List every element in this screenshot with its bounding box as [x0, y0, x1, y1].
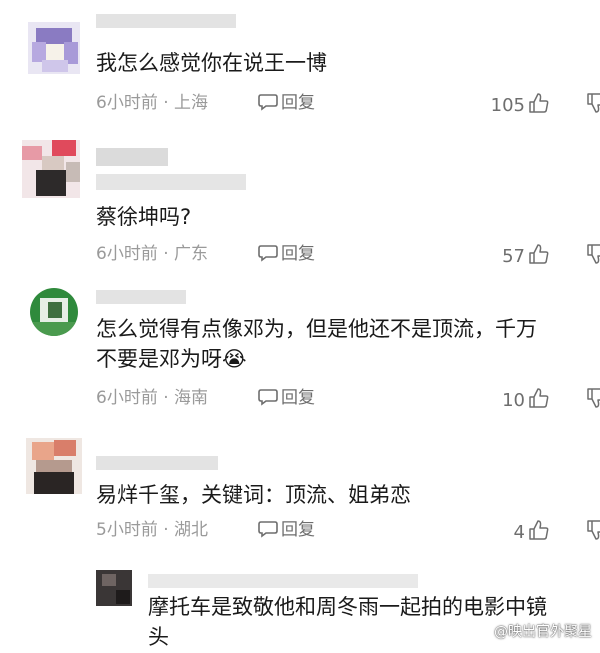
comment-text: 蔡徐坤吗?	[96, 202, 191, 232]
meta-separator: ·	[163, 93, 169, 113]
reply-label: 回复	[281, 388, 315, 408]
comment-time: 6小时前	[96, 388, 158, 408]
comment-item: 蔡徐坤吗? 6小时前 · 广东 回复 57	[0, 130, 600, 280]
comment-time: 6小时前	[96, 244, 158, 264]
sub-reply-text: 摩托车是致敬他和周冬雨一起拍的电影中镜 头	[148, 592, 547, 652]
like-button[interactable]: 105	[491, 92, 550, 117]
thumbs-up-icon	[529, 388, 549, 408]
avatar[interactable]	[28, 22, 80, 74]
comment-location: 上海	[174, 93, 209, 113]
watermark: @映出官外聚星	[494, 624, 592, 640]
like-count: 105	[490, 95, 525, 116]
comment-list: 我怎么感觉你在说王一博 6小时前 · 上海 回复 105 蔡徐坤吗? 6小时前 …	[0, 0, 600, 653]
comment-item: 怎么觉得有点像邓为，但是他还不是顶流，千万 不要是邓为呀😭 6小时前 · 海南 …	[0, 280, 600, 430]
reply-button[interactable]: 回复	[258, 243, 315, 265]
like-count: 57	[502, 246, 525, 267]
thumbs-up-icon	[529, 93, 549, 113]
meta-separator: ·	[163, 520, 169, 540]
comment-item: 我怎么感觉你在说王一博 6小时前 · 上海 回复 105	[0, 0, 600, 130]
username-blurred[interactable]	[96, 456, 218, 470]
like-count: 4	[513, 522, 525, 543]
comment-text-line: 摩托车是致敬他和周冬雨一起拍的电影中镜	[148, 595, 547, 619]
thumbs-down-icon[interactable]	[586, 387, 600, 409]
meta-separator: ·	[163, 388, 169, 408]
avatar[interactable]	[96, 570, 132, 606]
comment-item: 易烊千玺，关键词：顶流、姐弟恋 5小时前 · 湖北 回复 4	[0, 430, 600, 560]
like-count: 10	[502, 390, 525, 411]
comment-location: 湖北	[174, 520, 209, 540]
comment-text: 易烊千玺，关键词：顶流、姐弟恋	[96, 480, 411, 510]
reply-icon	[258, 389, 278, 406]
reply-button[interactable]: 回复	[258, 92, 315, 114]
comment-text: 怎么觉得有点像邓为，但是他还不是顶流，千万 不要是邓为呀😭	[96, 314, 537, 374]
reply-label: 回复	[281, 93, 315, 113]
comment-meta: 6小时前 · 广东	[96, 243, 208, 265]
avatar[interactable]	[26, 438, 82, 494]
comment-text-line: 蔡徐坤吗?	[96, 205, 192, 229]
comment-time: 5小时前	[96, 520, 158, 540]
thumbs-down-icon[interactable]	[586, 519, 600, 541]
comment-text-line: 不要是邓为呀😭	[96, 347, 247, 371]
thumbs-down-icon[interactable]	[586, 92, 600, 114]
username-blurred[interactable]	[96, 290, 186, 304]
reply-icon	[258, 521, 278, 538]
comment-location: 海南	[174, 388, 209, 408]
username-blurred[interactable]	[96, 148, 168, 166]
comment-text: 我怎么感觉你在说王一博	[96, 48, 327, 78]
comment-meta: 5小时前 · 湖北	[96, 519, 208, 541]
avatar[interactable]	[30, 288, 78, 336]
comment-text-line: 我怎么感觉你在说王一博	[96, 51, 327, 75]
comment-text-line: 易烊千玺，关键词：顶流、姐弟恋	[96, 483, 411, 507]
reply-button[interactable]: 回复	[258, 387, 315, 409]
reply-button[interactable]: 回复	[258, 519, 315, 541]
thumbs-up-icon	[529, 520, 549, 540]
comment-location: 广东	[174, 244, 209, 264]
user-info-blurred	[96, 174, 246, 190]
like-button[interactable]: 57	[502, 243, 550, 268]
thumbs-down-icon[interactable]	[586, 243, 600, 265]
comment-text-line: 头	[148, 625, 169, 649]
reply-label: 回复	[281, 520, 315, 540]
comment-meta: 6小时前 · 上海	[96, 92, 208, 114]
thumbs-up-icon	[529, 244, 549, 264]
reply-icon	[258, 245, 278, 262]
meta-separator: ·	[163, 244, 169, 264]
comment-time: 6小时前	[96, 93, 158, 113]
comment-meta: 6小时前 · 海南	[96, 387, 208, 409]
like-button[interactable]: 10	[502, 387, 550, 412]
reply-icon	[258, 94, 278, 111]
username-blurred[interactable]	[96, 14, 236, 28]
comment-text-line: 怎么觉得有点像邓为，但是他还不是顶流，千万	[96, 317, 537, 341]
like-button[interactable]: 4	[514, 519, 550, 544]
username-blurred[interactable]	[148, 574, 418, 588]
avatar[interactable]	[22, 140, 80, 198]
reply-label: 回复	[281, 244, 315, 264]
